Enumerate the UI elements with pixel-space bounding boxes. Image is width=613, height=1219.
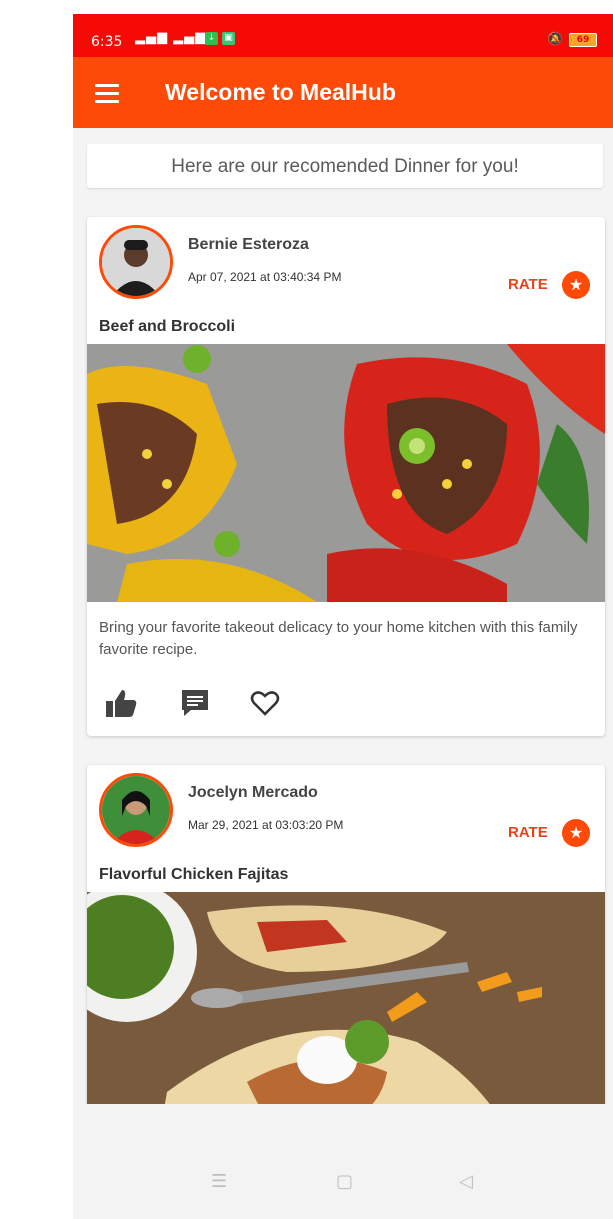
signal-icon: ▂▄▆ ▂▄▆ — [135, 30, 207, 45]
recipe-card[interactable]: Bernie Esteroza Apr 07, 2021 at 03:40:34… — [87, 217, 605, 736]
back-icon[interactable]: ◁ — [459, 1171, 473, 1192]
recommendation-banner: Here are our recomended Dinner for you! — [87, 144, 603, 188]
image-icon: ▣ — [222, 32, 235, 45]
status-bar: 6:35 ▂▄▆ ▂▄▆ ↓ ▣ 🔕 69 — [73, 14, 613, 57]
status-time: 6:35 — [91, 34, 123, 50]
app-bar: Welcome to MealHub — [73, 57, 613, 128]
heart-icon[interactable] — [249, 687, 281, 719]
recipe-description: Bring your favorite takeout delicacy to … — [99, 619, 578, 658]
phone-screen: 6:35 ▂▄▆ ▂▄▆ ↓ ▣ 🔕 69 Welcome to MealHub… — [73, 14, 613, 1219]
star-icon[interactable]: ★ — [562, 819, 590, 847]
home-icon[interactable]: ▢ — [336, 1171, 353, 1192]
app-title: Welcome to MealHub — [165, 79, 396, 105]
author-name[interactable]: Jocelyn Mercado — [188, 784, 318, 802]
post-actions — [105, 687, 305, 721]
hamburger-menu-icon[interactable] — [95, 84, 119, 103]
recents-icon[interactable]: ☰ — [211, 1171, 227, 1192]
author-avatar[interactable] — [99, 773, 173, 847]
thumbs-up-icon[interactable] — [105, 687, 137, 719]
post-date: Apr 07, 2021 at 03:40:34 PM — [188, 270, 342, 284]
star-icon[interactable]: ★ — [562, 271, 590, 299]
comment-icon[interactable] — [179, 687, 211, 719]
mute-icon: 🔕 — [547, 32, 564, 47]
system-nav-bar: ☰ ▢ ◁ — [73, 1104, 613, 1219]
author-avatar[interactable] — [99, 225, 173, 299]
download-icon: ↓ — [205, 32, 218, 45]
author-name[interactable]: Bernie Esteroza — [188, 236, 309, 254]
rate-button-label[interactable]: RATE — [508, 824, 548, 841]
recipe-title[interactable]: Beef and Broccoli — [99, 318, 235, 336]
recipe-title[interactable]: Flavorful Chicken Fajitas — [99, 866, 288, 884]
battery-icon: 69 — [569, 33, 597, 47]
post-date: Mar 29, 2021 at 03:03:20 PM — [188, 818, 344, 832]
rate-button-label[interactable]: RATE — [508, 276, 548, 293]
banner-text: Here are our recomended Dinner for you! — [171, 156, 519, 177]
recipe-image[interactable] — [87, 344, 605, 602]
